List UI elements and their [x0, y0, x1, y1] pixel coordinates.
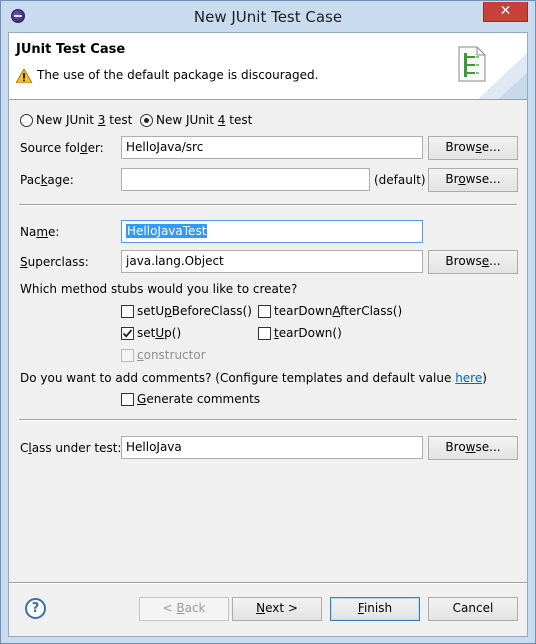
footer-separator: [9, 582, 527, 584]
teardown-label[interactable]: tearDown(): [274, 326, 342, 340]
package-input[interactable]: [121, 168, 370, 191]
banner-message: The use of the default package is discou…: [37, 68, 319, 82]
package-label: Package:: [20, 173, 74, 187]
separator: [19, 204, 517, 206]
class-under-test-input[interactable]: HelloJava: [121, 436, 423, 459]
source-folder-input[interactable]: HelloJava/src: [121, 136, 423, 159]
stubs-question: Which method stubs would you like to cre…: [20, 282, 298, 296]
comments-question: Do you want to add comments? (Configure …: [20, 371, 487, 385]
name-label: Name:: [20, 225, 60, 239]
checkmark-icon: [122, 329, 133, 338]
back-button: < Back: [139, 597, 229, 621]
junit-wizard-icon: [458, 46, 486, 82]
teardownafterclass-label[interactable]: tearDownAfterClass(): [274, 304, 402, 318]
package-browse-button[interactable]: Browse...: [428, 168, 518, 192]
generate-comments-checkbox[interactable]: [121, 393, 134, 406]
class-under-test-label: Class under test:: [20, 441, 122, 455]
source-folder-browse-button[interactable]: Browse...: [428, 136, 518, 160]
junit4-label[interactable]: New JUnit 4 test: [156, 113, 252, 127]
superclass-browse-button[interactable]: Browse...: [428, 250, 518, 274]
banner-title: JUnit Test Case: [16, 42, 126, 57]
setupbeforeclass-checkbox[interactable]: [121, 305, 134, 318]
dialog-body: JUnit Test Case The use of the default p…: [8, 32, 528, 637]
name-input[interactable]: HelloJavaTest: [121, 220, 423, 243]
junit3-radio[interactable]: [20, 114, 33, 127]
close-button[interactable]: ✕: [483, 2, 528, 22]
setup-checkbox[interactable]: [121, 327, 134, 340]
finish-button[interactable]: Finish: [330, 597, 420, 621]
teardownafterclass-checkbox[interactable]: [258, 305, 271, 318]
junit4-radio[interactable]: [140, 114, 153, 127]
teardown-checkbox[interactable]: [258, 327, 271, 340]
help-icon[interactable]: ?: [25, 598, 46, 619]
warning-icon: [16, 69, 32, 83]
setup-label[interactable]: setUp(): [137, 326, 181, 340]
generate-comments-label[interactable]: Generate comments: [137, 392, 260, 406]
constructor-label: constructor: [137, 348, 206, 362]
cancel-button[interactable]: Cancel: [428, 597, 518, 621]
junit3-label[interactable]: New JUnit 3 test: [36, 113, 132, 127]
wizard-banner: JUnit Test Case The use of the default p…: [9, 33, 527, 100]
title-bar[interactable]: New JUnit Test Case ✕: [1, 1, 535, 32]
class-under-test-browse-button[interactable]: Browse...: [428, 436, 518, 460]
setupbeforeclass-label[interactable]: setUpBeforeClass(): [137, 304, 252, 318]
next-button[interactable]: Next >: [232, 597, 322, 621]
superclass-input[interactable]: java.lang.Object: [121, 250, 423, 273]
superclass-label: Superclass:: [20, 255, 89, 269]
separator: [19, 419, 517, 421]
window-title: New JUnit Test Case: [193, 8, 343, 26]
configure-templates-link[interactable]: here: [455, 371, 482, 385]
name-selected-text: HelloJavaTest: [126, 224, 208, 238]
source-folder-label: Source folder:: [20, 141, 104, 155]
close-icon: ✕: [499, 3, 512, 19]
package-default-note: (default): [374, 173, 426, 187]
constructor-checkbox: [121, 349, 134, 362]
dialog-window: New JUnit Test Case ✕ JUnit Test Case Th…: [0, 0, 536, 644]
